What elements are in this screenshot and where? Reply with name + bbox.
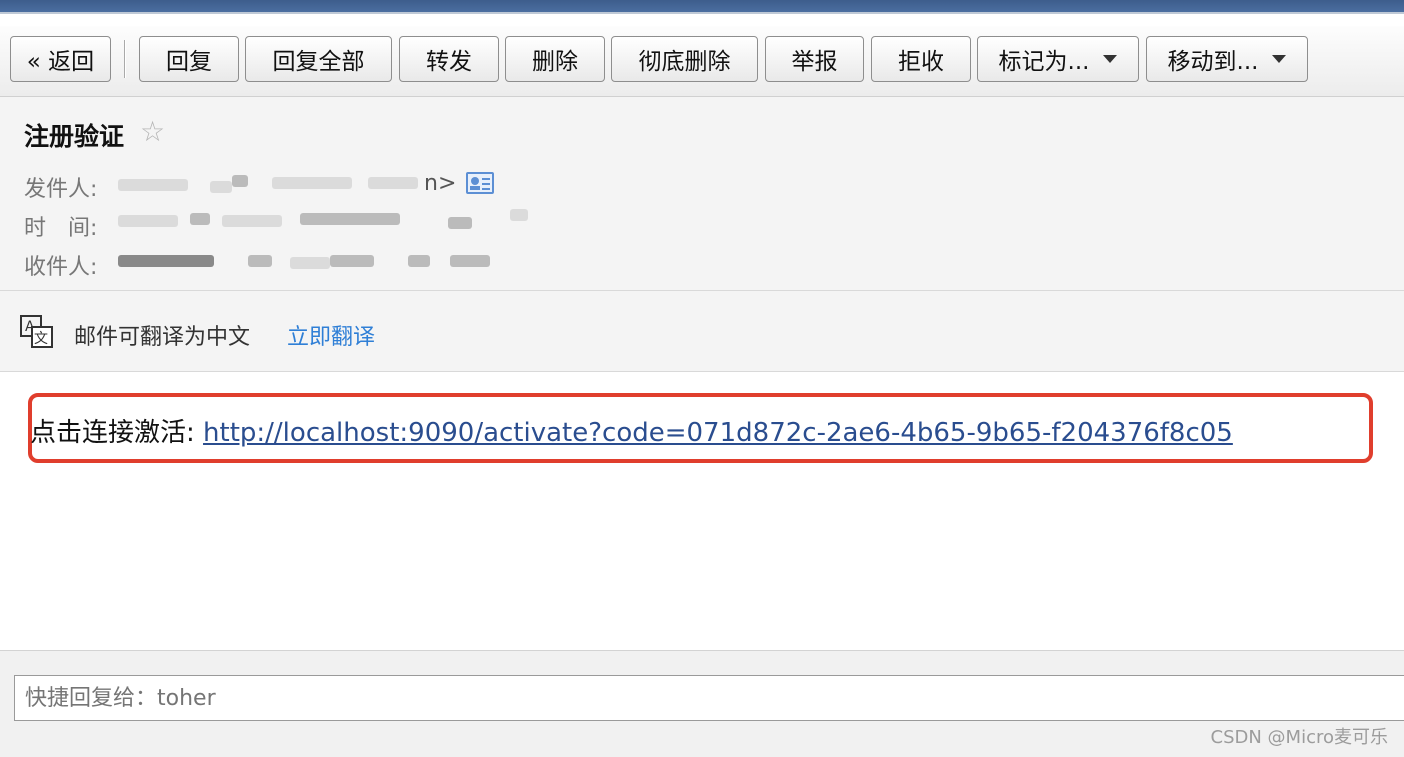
move-to-label: 移动到... [1167, 49, 1259, 75]
report-button[interactable]: 举报 [765, 36, 864, 82]
redacted-recipient [290, 257, 330, 269]
redacted-time [118, 215, 178, 227]
redacted-time [190, 213, 210, 225]
time-label: 时 间: [24, 216, 98, 241]
mail-body: 点击连接激活: http://localhost:9090/activate?c… [0, 372, 1404, 648]
back-button[interactable]: « 返回 [10, 36, 111, 82]
toolbar-separator [124, 40, 126, 78]
watermark: CSDN @Micro麦可乐 [1210, 727, 1389, 748]
mail-header: 注册验证 ☆ 发件人: n> 时 间: 收件人: [0, 97, 1404, 291]
redacted-sender [272, 177, 352, 189]
sender-visible-tail: n> [424, 171, 457, 196]
caret-down-icon [1272, 55, 1287, 63]
delete-permanently-button[interactable]: 彻底删除 [611, 36, 758, 82]
redacted-time [300, 213, 400, 225]
reject-button[interactable]: 拒收 [871, 36, 971, 82]
redacted-time [510, 209, 528, 221]
translate-now-link[interactable]: 立即翻译 [287, 319, 375, 351]
redacted-time [222, 215, 282, 227]
svg-text:文: 文 [34, 331, 48, 347]
redacted-recipient [118, 255, 214, 267]
caret-down-icon [1103, 55, 1118, 63]
sender-label: 发件人: [24, 177, 98, 202]
activation-link[interactable]: http://localhost:9090/activate?code=071d… [203, 418, 1233, 448]
mail-subject: 注册验证 [24, 122, 125, 151]
redacted-time [448, 217, 472, 229]
recipient-label: 收件人: [24, 255, 98, 280]
star-icon[interactable]: ☆ [140, 115, 165, 148]
mail-toolbar: « 返回 回复 回复全部 转发 删除 彻底删除 举报 拒收 标记为... 移动到… [0, 26, 1404, 97]
window-top-bar [0, 0, 1404, 14]
translate-bar: A 文 邮件可翻译为中文 立即翻译 [0, 291, 1404, 372]
redacted-sender [368, 177, 418, 189]
translate-prompt: 邮件可翻译为中文 [74, 325, 251, 350]
quick-reply-input[interactable] [14, 675, 1404, 721]
redacted-recipient [330, 255, 374, 267]
redacted-sender [118, 179, 188, 191]
translate-icon: A 文 [20, 315, 53, 348]
redacted-recipient [450, 255, 490, 267]
mark-as-dropdown[interactable]: 标记为... [977, 36, 1139, 82]
activation-prefix: 点击连接激活: [30, 418, 204, 448]
redacted-sender [232, 175, 248, 187]
activation-line: 点击连接激活: http://localhost:9090/activate?c… [30, 412, 1233, 449]
contact-card-icon[interactable] [466, 172, 494, 194]
move-to-dropdown[interactable]: 移动到... [1146, 36, 1308, 82]
quick-reply-area: CSDN @Micro麦可乐 [0, 650, 1404, 757]
forward-button[interactable]: 转发 [399, 36, 499, 82]
mark-as-label: 标记为... [998, 49, 1090, 75]
delete-button[interactable]: 删除 [505, 36, 605, 82]
redacted-sender [210, 181, 232, 193]
reply-button[interactable]: 回复 [139, 36, 239, 82]
reply-all-button[interactable]: 回复全部 [245, 36, 392, 82]
redacted-recipient [248, 255, 272, 267]
redacted-recipient [408, 255, 430, 267]
